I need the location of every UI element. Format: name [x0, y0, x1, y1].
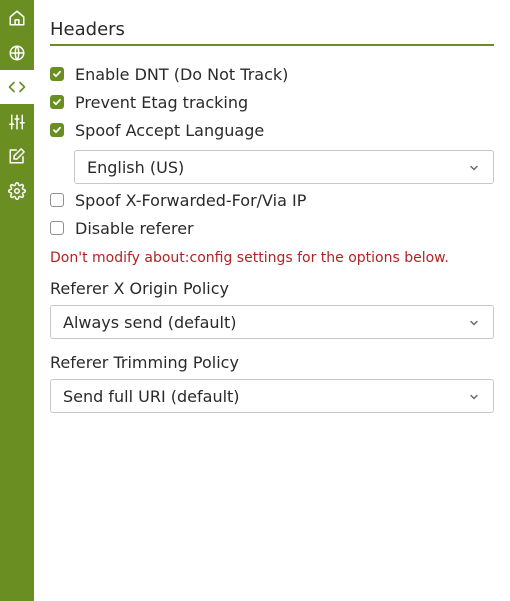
spoof-accept-language-checkbox[interactable]: [50, 123, 64, 137]
section-title: Headers: [50, 19, 125, 40]
sidebar-item-globe[interactable]: [0, 36, 34, 70]
globe-icon: [9, 45, 25, 61]
spoof-x-forwarded-label: Spoof X-Forwarded-For/Via IP: [75, 190, 307, 210]
spoof-x-forwarded-checkbox[interactable]: [50, 193, 64, 207]
disable-referer-checkbox[interactable]: [50, 221, 64, 235]
sidebar-item-sliders[interactable]: [0, 105, 34, 139]
spoof-x-forwarded-option[interactable]: Spoof X-Forwarded-For/Via IP: [50, 189, 306, 211]
sidebar-item-home[interactable]: [0, 1, 34, 35]
sliders-icon: [9, 114, 25, 130]
chevron-down-icon: [468, 391, 480, 403]
sidebar-item-headers[interactable]: [0, 70, 34, 104]
referer-x-origin-label: Referer X Origin Policy: [50, 279, 229, 298]
accept-language-select[interactable]: English (US): [74, 150, 494, 184]
app-window: Headers Enable DNT (Do Not Track) Preven…: [0, 0, 510, 601]
referer-trimming-value: Send full URI (default): [63, 386, 240, 406]
spoof-accept-language-option[interactable]: Spoof Accept Language: [50, 119, 264, 141]
edit-icon: [9, 148, 25, 164]
chevron-down-icon: [468, 162, 480, 174]
spoof-accept-language-label: Spoof Accept Language: [75, 120, 265, 140]
prevent-etag-label: Prevent Etag tracking: [75, 92, 249, 112]
enable-dnt-checkbox[interactable]: [50, 67, 64, 81]
referer-trimming-select[interactable]: Send full URI (default): [50, 379, 494, 413]
section-divider: [50, 44, 494, 46]
referer-trimming-label: Referer Trimming Policy: [50, 353, 239, 372]
home-icon: [9, 10, 25, 26]
sidebar: [0, 0, 34, 601]
sidebar-item-edit[interactable]: [0, 139, 34, 173]
disable-referer-option[interactable]: Disable referer: [50, 217, 194, 239]
sidebar-item-settings[interactable]: [0, 174, 34, 208]
disable-referer-label: Disable referer: [75, 218, 194, 238]
prevent-etag-option[interactable]: Prevent Etag tracking: [50, 91, 248, 113]
referer-x-origin-value: Always send (default): [63, 312, 237, 332]
enable-dnt-option[interactable]: Enable DNT (Do Not Track): [50, 63, 288, 85]
prevent-etag-checkbox[interactable]: [50, 95, 64, 109]
gear-icon: [8, 182, 26, 200]
checkmark-icon: [53, 98, 61, 106]
enable-dnt-label: Enable DNT (Do Not Track): [75, 64, 289, 84]
checkmark-icon: [53, 70, 61, 78]
accept-language-value: English (US): [87, 157, 185, 177]
code-icon: [8, 81, 26, 93]
checkmark-icon: [53, 126, 61, 134]
referer-x-origin-select[interactable]: Always send (default): [50, 305, 494, 339]
about-config-warning: Don't modify about:config settings for t…: [50, 250, 449, 266]
chevron-down-icon: [468, 317, 480, 329]
